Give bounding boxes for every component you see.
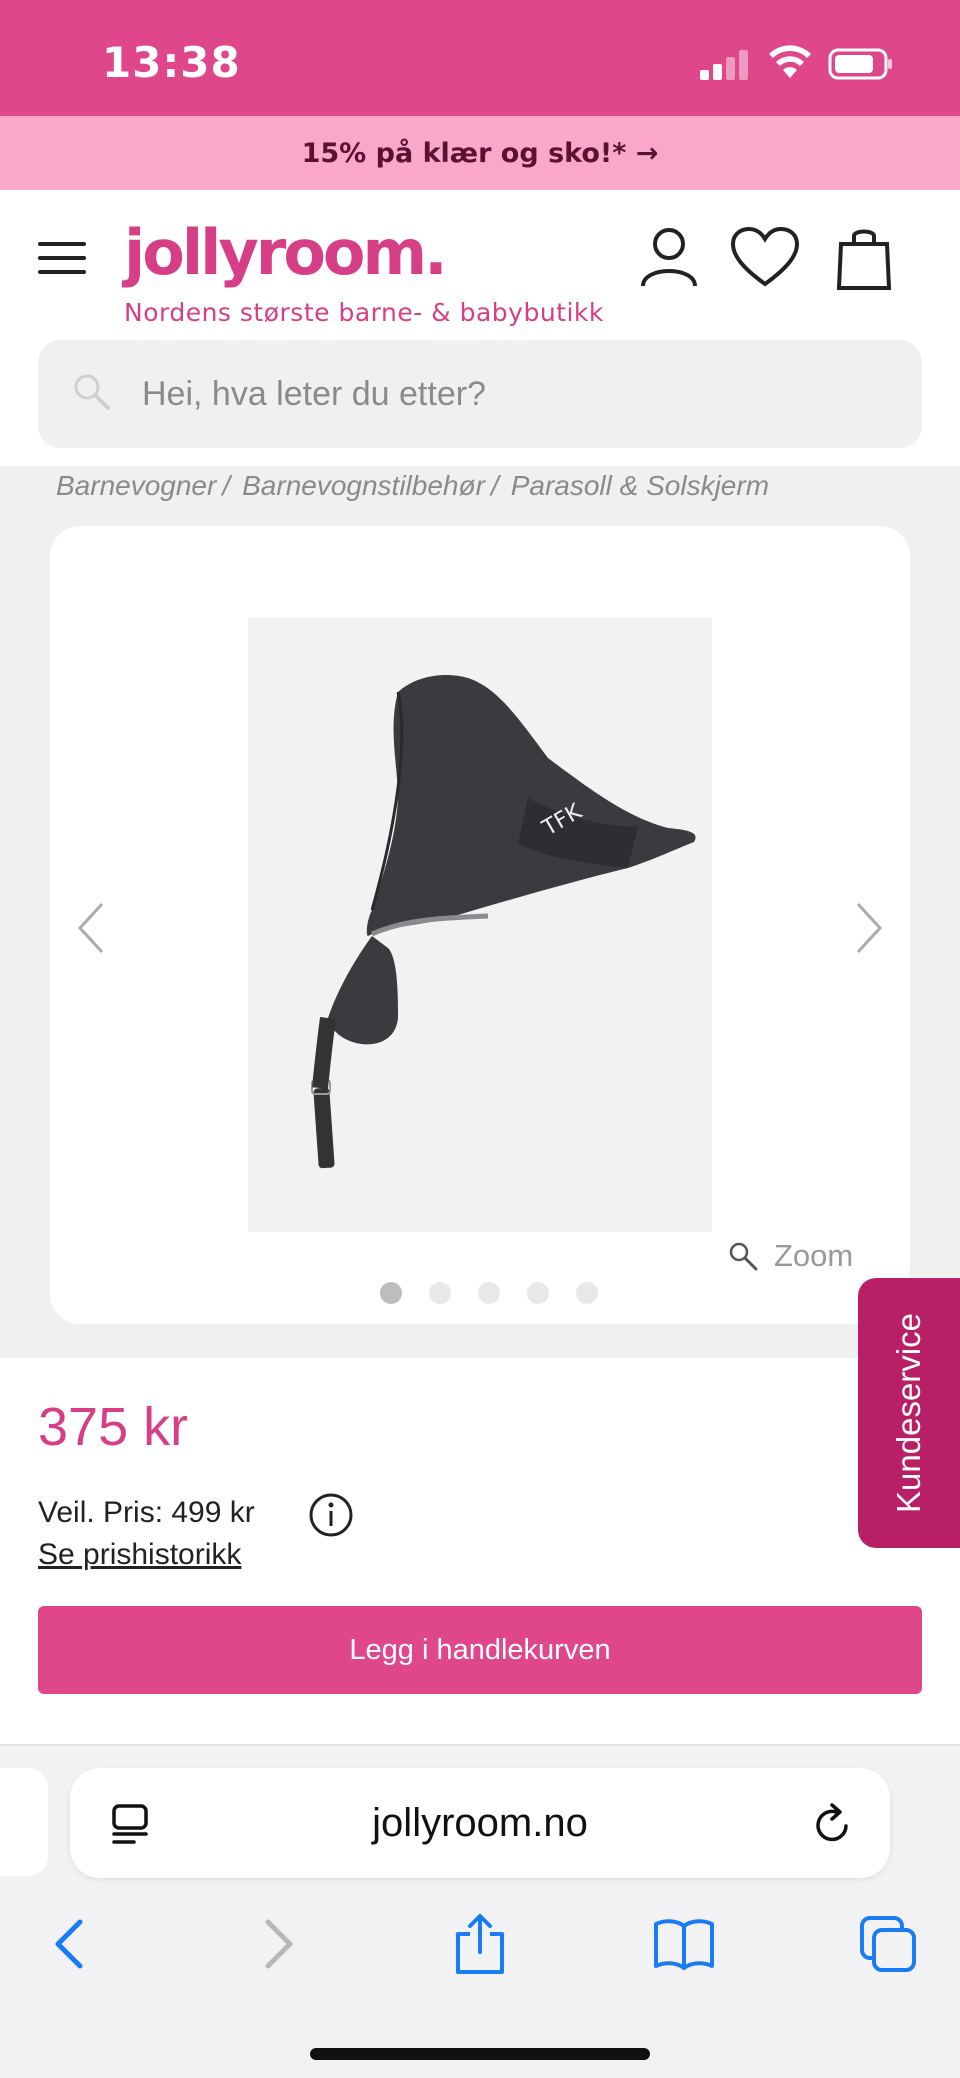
- share-icon[interactable]: [448, 1912, 512, 1976]
- pagination-dot[interactable]: [380, 1282, 402, 1304]
- bookmarks-icon[interactable]: [652, 1912, 716, 1976]
- heart-icon[interactable]: [730, 226, 800, 288]
- address-bar[interactable]: jollyroom.no: [70, 1768, 890, 1878]
- promo-banner[interactable]: 15% på klær og sko!* →: [0, 116, 960, 190]
- product-gallery-area: Barnevogner / Barnevognstilbehør / Paras…: [0, 466, 960, 1358]
- product-image-sun-canopy[interactable]: TFK: [248, 618, 712, 1232]
- pagination-dot[interactable]: [429, 1282, 451, 1304]
- customer-service-label: Kundeservice: [890, 1313, 927, 1513]
- reload-icon[interactable]: [812, 1802, 854, 1846]
- logo[interactable]: jollyroom.: [124, 216, 448, 289]
- back-icon[interactable]: [40, 1912, 104, 1976]
- tabs-icon[interactable]: [856, 1912, 920, 1976]
- breadcrumb-item-barnevogner[interactable]: Barnevogner: [56, 470, 216, 502]
- cart-bag-icon[interactable]: [836, 226, 892, 292]
- pagination-dot[interactable]: [576, 1282, 598, 1304]
- search-icon: [74, 374, 110, 410]
- promo-text: 15% på klær og sko!* →: [301, 137, 659, 169]
- image-pagination-dots: [380, 1282, 598, 1304]
- breadcrumb-separator: /: [490, 470, 499, 501]
- customer-service-tab[interactable]: Kundeservice: [858, 1278, 960, 1548]
- wifi-icon: [769, 45, 811, 78]
- price-history-link[interactable]: Se prishistorikk: [38, 1538, 241, 1572]
- status-time: 13:38: [102, 38, 241, 87]
- breadcrumb-separator: /: [222, 470, 231, 501]
- search-box[interactable]: [38, 340, 922, 448]
- product-image-card: TFK Zoom: [50, 526, 910, 1324]
- pagination-dot[interactable]: [478, 1282, 500, 1304]
- add-to-cart-button[interactable]: Legg i handlekurven: [38, 1606, 922, 1694]
- forward-icon[interactable]: [244, 1912, 308, 1976]
- breadcrumb-item-barnevognstilbehor[interactable]: Barnevognstilbehør: [242, 470, 485, 502]
- recommended-price: Veil. Pris: 499 kr: [38, 1496, 255, 1529]
- cellular-signal-icon: [700, 48, 750, 80]
- search-input[interactable]: [142, 340, 902, 448]
- info-icon[interactable]: [308, 1492, 354, 1538]
- breadcrumb-item-parasoll[interactable]: Parasoll & Solskjerm: [511, 470, 769, 502]
- menu-icon[interactable]: [38, 240, 88, 276]
- browser-toolbar: jollyroom.no: [0, 1746, 960, 2078]
- zoom-button[interactable]: Zoom: [728, 1238, 853, 1274]
- battery-icon: [828, 48, 892, 80]
- pagination-dot[interactable]: [527, 1282, 549, 1304]
- product-price: 375 kr: [38, 1397, 189, 1457]
- url-text: jollyroom.no: [372, 1800, 588, 1845]
- status-bar: 13:38: [0, 0, 960, 116]
- zoom-magnifier-icon: [729, 1242, 758, 1271]
- zoom-label: Zoom: [774, 1238, 854, 1273]
- site-header: jollyroom. Nordens største barne- & baby…: [0, 190, 960, 466]
- prev-image-arrow-icon[interactable]: [72, 898, 112, 958]
- breadcrumb: Barnevogner / Barnevognstilbehør / Paras…: [56, 466, 769, 506]
- next-image-arrow-icon[interactable]: [848, 898, 888, 958]
- home-indicator: [310, 2048, 650, 2060]
- previous-tab-peek[interactable]: [0, 1768, 48, 1876]
- tagline: Nordens største barne- & babybutikk: [124, 298, 604, 327]
- account-icon[interactable]: [640, 226, 698, 288]
